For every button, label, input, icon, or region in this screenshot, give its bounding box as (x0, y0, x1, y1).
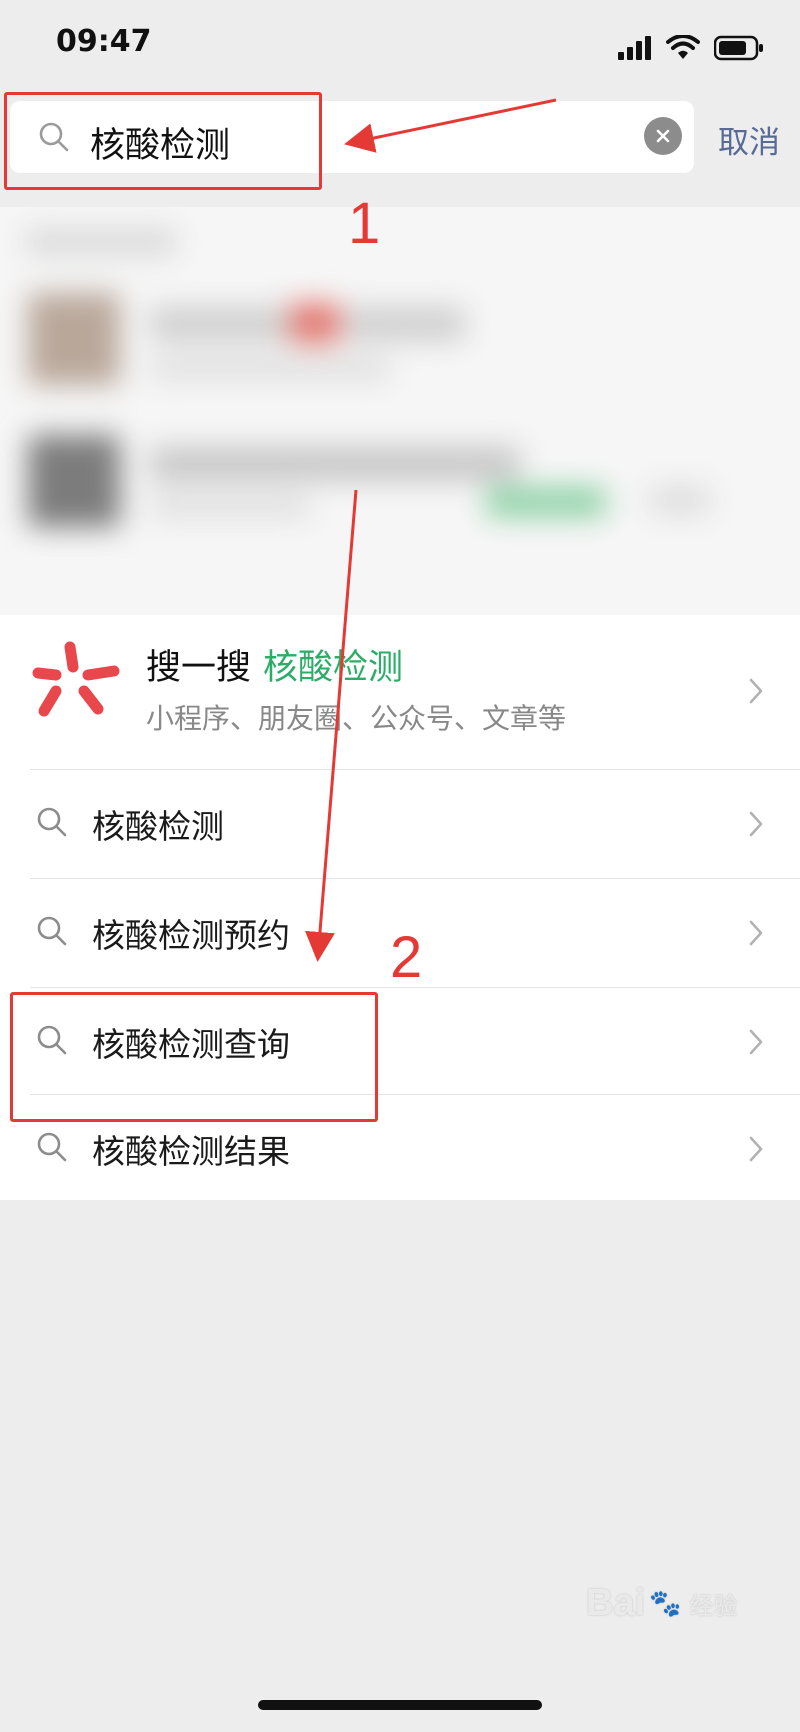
suggestion-label: 核酸检测结果 (92, 1132, 290, 1171)
search-icon (37, 1025, 67, 1055)
suggestion-row[interactable]: 核酸检测查询 (0, 988, 800, 1096)
search-box[interactable]: 核酸检测 (10, 101, 694, 173)
suggestion-row[interactable]: 核酸检测 (0, 770, 800, 878)
close-icon (656, 129, 670, 143)
souyisou-subtitle: 小程序、朋友圈、公众号、文章等 (146, 702, 567, 735)
search-input[interactable]: 核酸检测 (90, 117, 230, 168)
search-icon (37, 916, 67, 946)
clear-search-button[interactable] (644, 117, 682, 155)
watermark-suffix: 经验 (689, 1593, 738, 1620)
souyisou-item[interactable]: 搜一搜 核酸检测 小程序、朋友圈、公众号、文章等 (0, 615, 800, 769)
souyisou-logo-icon (32, 641, 120, 717)
chevron-right-icon (749, 1029, 763, 1055)
battery-icon (714, 35, 763, 61)
search-icon (37, 1132, 67, 1162)
suggestion-row[interactable]: 核酸检测预约 (0, 879, 800, 987)
suggestion-row[interactable]: 核酸检测结果 (0, 1095, 800, 1203)
watermark-brand: Bai (586, 1582, 646, 1624)
status-bar: 09:47 (0, 0, 800, 95)
suggestion-label: 核酸检测预约 (92, 916, 290, 955)
home-indicator[interactable] (258, 1700, 542, 1710)
chevron-right-icon (749, 678, 763, 704)
blurred-content (0, 207, 800, 615)
suggestion-label: 核酸检测 (92, 807, 224, 846)
cancel-button[interactable]: 取消 (718, 117, 780, 162)
paw-icon: 🐾 (649, 1588, 682, 1618)
chevron-right-icon (749, 920, 763, 946)
blurred-results (0, 207, 800, 615)
souyisou-label: 搜一搜 (146, 648, 252, 688)
souyisou-title: 搜一搜 核酸检测 (146, 639, 403, 690)
baidu-jingyan-watermark: Bai 🐾 经验 (586, 1582, 738, 1625)
status-icons (618, 30, 764, 66)
chevron-right-icon (749, 1136, 763, 1162)
wifi-icon (666, 35, 700, 59)
search-bar-row: 核酸检测 取消 (0, 95, 800, 207)
souyisou-keyword: 核酸检测 (263, 648, 404, 688)
search-icon (37, 807, 67, 837)
search-icon (39, 122, 69, 152)
suggestion-label: 核酸检测查询 (92, 1025, 290, 1064)
search-suggestion-list: 搜一搜 核酸检测 小程序、朋友圈、公众号、文章等 核酸检测 核酸检测预约 核酸检… (0, 615, 800, 1200)
status-time: 09:47 (56, 24, 152, 59)
cellular-signal-icon (618, 36, 651, 60)
chevron-right-icon (749, 811, 763, 837)
